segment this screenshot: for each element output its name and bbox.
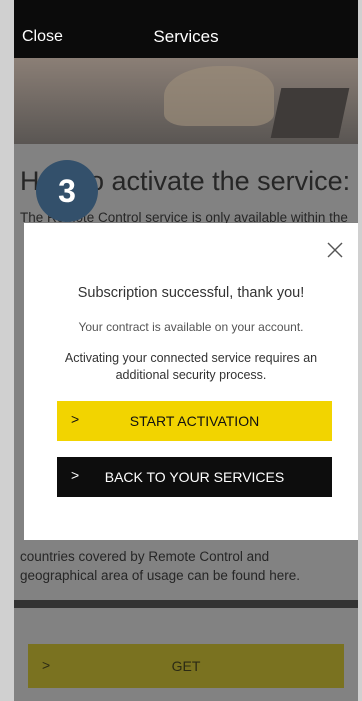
- subscription-success-dialog: Subscription successful, thank you! Your…: [24, 223, 358, 540]
- page-title: Services: [153, 27, 219, 46]
- section-paragraph-bottom: countries covered by Remote Control and …: [20, 549, 300, 583]
- get-button-label: GET: [171, 658, 201, 674]
- hero-person-shape: [164, 66, 274, 126]
- navbar: Close Services: [14, 0, 358, 58]
- dialog-title: Subscription successful, thank you!: [77, 285, 305, 301]
- back-to-services-button[interactable]: > BACK TO YOUR SERVICES: [57, 457, 332, 497]
- dialog-subtitle: Your contract is available on your accou…: [78, 320, 304, 334]
- hero-image: [14, 58, 358, 144]
- section-divider: [14, 600, 358, 608]
- device-frame-right: [358, 0, 362, 701]
- device-frame-left: [0, 0, 14, 701]
- back-to-services-label: BACK TO YOUR SERVICES: [104, 469, 285, 485]
- close-icon[interactable]: [326, 241, 344, 259]
- step-number-badge: 3: [36, 160, 98, 222]
- start-activation-label: START ACTIVATION: [129, 413, 260, 429]
- dialog-note: Activating your connected service requir…: [64, 351, 318, 382]
- hero-laptop-shape: [270, 88, 350, 138]
- get-button[interactable]: > GET: [28, 644, 344, 688]
- start-activation-button[interactable]: > START ACTIVATION: [57, 401, 332, 441]
